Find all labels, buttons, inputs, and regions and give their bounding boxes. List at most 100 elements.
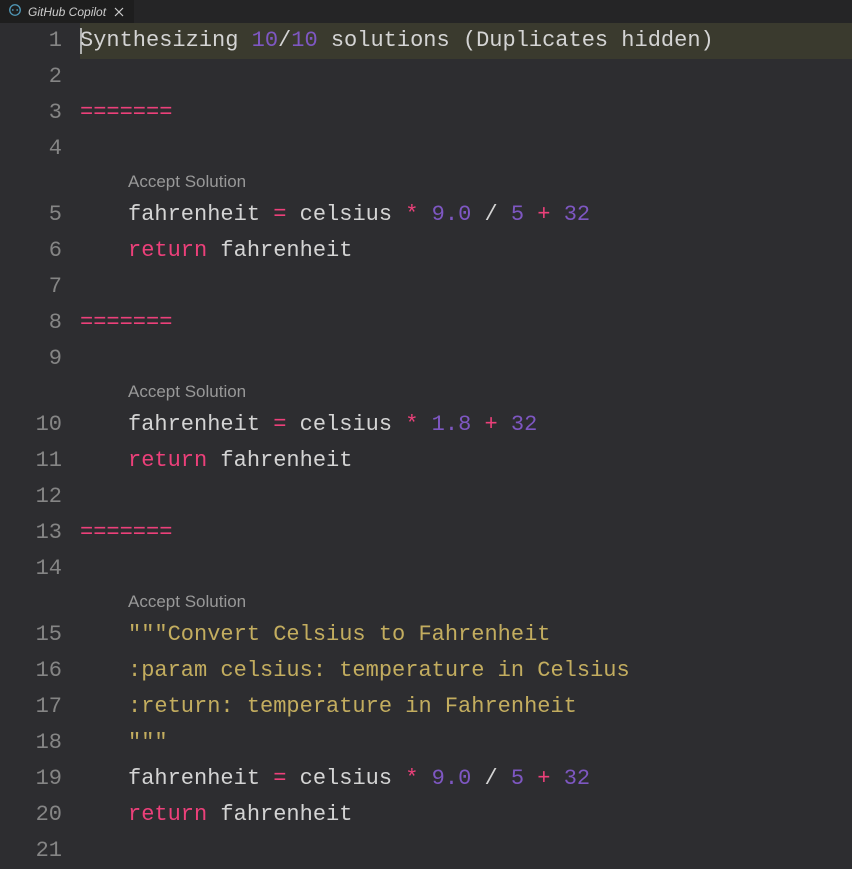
code-line[interactable]: fahrenheit = celsius * 9.0 / 5 + 32 <box>80 761 852 797</box>
token: fahrenheit <box>207 443 352 479</box>
line-number: 7 <box>0 269 62 305</box>
tab-bar: GitHub Copilot <box>0 0 852 23</box>
token <box>498 407 511 443</box>
token: = <box>273 761 286 797</box>
token: = <box>273 197 286 233</box>
code-line[interactable]: return fahrenheit <box>80 233 852 269</box>
code-line[interactable]: fahrenheit = celsius * 9.0 / 5 + 32 <box>80 197 852 233</box>
gutter-spacer <box>0 587 62 617</box>
close-icon[interactable] <box>112 5 126 19</box>
accept-solution-link[interactable]: Accept Solution <box>80 167 852 197</box>
line-number: 14 <box>0 551 62 587</box>
code-line[interactable]: Synthesizing 10/10 solutions (Duplicates… <box>80 23 852 59</box>
accept-solution-link[interactable]: Accept Solution <box>80 377 852 407</box>
code-area[interactable]: Synthesizing 10/10 solutions (Duplicates… <box>80 23 852 789</box>
code-line[interactable]: fahrenheit = celsius * 1.8 + 32 <box>80 407 852 443</box>
tab-github-copilot[interactable]: GitHub Copilot <box>0 0 134 23</box>
token: 10 <box>291 23 317 59</box>
code-line[interactable]: ======= <box>80 95 852 131</box>
token <box>471 761 484 797</box>
token <box>471 197 484 233</box>
gutter-spacer <box>0 167 62 197</box>
token: Synthesizing <box>80 23 252 59</box>
token: 10 <box>252 23 278 59</box>
token <box>551 197 564 233</box>
token: celsius <box>286 407 405 443</box>
token: 5 <box>511 197 524 233</box>
line-number: 1 <box>0 23 62 59</box>
token: celsius <box>286 197 405 233</box>
code-line[interactable]: :return: temperature in Fahrenheit <box>80 689 852 725</box>
token: return <box>128 233 207 269</box>
line-number: 5 <box>0 197 62 233</box>
line-number: 3 <box>0 95 62 131</box>
token: + <box>537 761 550 797</box>
code-line[interactable] <box>80 551 852 587</box>
gutter: 123456789101112131415161718192021 <box>0 23 80 789</box>
token: return <box>128 797 207 833</box>
code-line[interactable] <box>80 131 852 167</box>
token: 32 <box>511 407 537 443</box>
line-number: 16 <box>0 653 62 689</box>
token: fahrenheit <box>207 797 352 833</box>
token: / <box>484 761 497 797</box>
line-number: 2 <box>0 59 62 95</box>
line-number: 15 <box>0 617 62 653</box>
token: :return: temperature in Fahrenheit <box>128 689 577 725</box>
code-line[interactable]: """Convert Celsius to Fahrenheit <box>80 617 852 653</box>
token <box>524 761 537 797</box>
code-line[interactable]: return fahrenheit <box>80 443 852 479</box>
token: 9.0 <box>432 197 472 233</box>
tab-title: GitHub Copilot <box>28 5 106 19</box>
code-line[interactable] <box>80 833 852 869</box>
line-number: 10 <box>0 407 62 443</box>
code-line[interactable]: """ <box>80 725 852 761</box>
code-line[interactable] <box>80 341 852 377</box>
token: :param celsius: temperature in Celsius <box>128 653 630 689</box>
line-number: 6 <box>0 233 62 269</box>
token: = <box>273 407 286 443</box>
line-number: 9 <box>0 341 62 377</box>
token: solutions (Duplicates hidden) <box>318 23 714 59</box>
token: ======= <box>80 95 172 131</box>
line-number: 18 <box>0 725 62 761</box>
code-line[interactable]: ======= <box>80 305 852 341</box>
line-number: 8 <box>0 305 62 341</box>
code-line[interactable] <box>80 59 852 95</box>
code-line[interactable]: return fahrenheit <box>80 797 852 833</box>
token: + <box>484 407 497 443</box>
token: * <box>405 197 418 233</box>
token: 1.8 <box>432 407 472 443</box>
token <box>498 761 511 797</box>
code-line[interactable]: :param celsius: temperature in Celsius <box>80 653 852 689</box>
token: 9.0 <box>432 761 472 797</box>
line-number: 21 <box>0 833 62 869</box>
token: fahrenheit <box>207 233 352 269</box>
code-line[interactable] <box>80 269 852 305</box>
line-number: 19 <box>0 761 62 797</box>
token <box>524 197 537 233</box>
gutter-spacer <box>0 377 62 407</box>
token: """Convert Celsius to Fahrenheit <box>128 617 550 653</box>
accept-solution-link[interactable]: Accept Solution <box>80 587 852 617</box>
token: ======= <box>80 515 172 551</box>
token: fahrenheit <box>128 197 273 233</box>
token: 32 <box>564 761 590 797</box>
token: * <box>405 407 418 443</box>
line-number: 13 <box>0 515 62 551</box>
editor[interactable]: 123456789101112131415161718192021 Synthe… <box>0 23 852 789</box>
token <box>418 407 431 443</box>
line-number: 20 <box>0 797 62 833</box>
line-number: 17 <box>0 689 62 725</box>
token: + <box>537 197 550 233</box>
token: celsius <box>286 761 405 797</box>
token: fahrenheit <box>128 761 273 797</box>
token: ======= <box>80 305 172 341</box>
code-line[interactable]: ======= <box>80 515 852 551</box>
token: return <box>128 443 207 479</box>
copilot-icon <box>8 3 22 20</box>
token: fahrenheit <box>128 407 273 443</box>
token <box>498 197 511 233</box>
token: / <box>278 23 291 59</box>
code-line[interactable] <box>80 479 852 515</box>
